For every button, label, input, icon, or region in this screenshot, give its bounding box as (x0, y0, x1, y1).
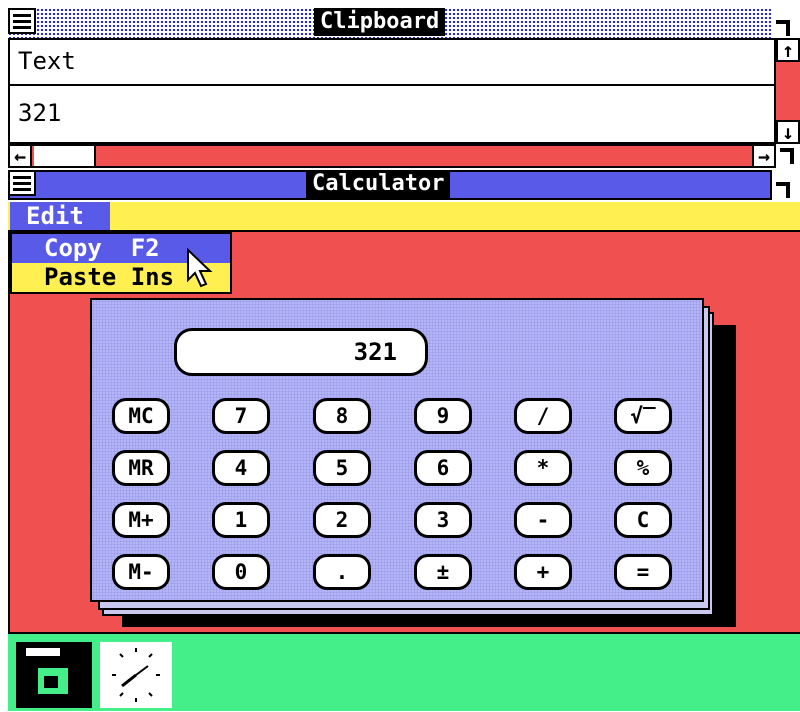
calc-button[interactable]: ± (414, 554, 472, 590)
calculator-window: Calculator Edit Copy F2 Paste Ins 321 MC… (8, 170, 800, 632)
calc-button[interactable]: 0 (212, 554, 270, 590)
calculator-title-bar[interactable]: Calculator (8, 170, 772, 200)
calc-button[interactable]: = (614, 554, 672, 590)
clipboard-corner-icon (778, 144, 798, 168)
calculator-menu-bar: Edit (8, 202, 800, 232)
menu-edit[interactable]: Edit (10, 202, 110, 230)
calc-button[interactable]: 6 (414, 450, 472, 486)
arrow-right-icon[interactable]: → (752, 144, 776, 168)
calc-button[interactable]: 9 (414, 398, 472, 434)
calc-button[interactable]: - (514, 502, 572, 538)
calculator-face: 321 MC 7 8 9 / √‾ MR 4 5 6 *% M+ 1 2 3 - C M- 0. ± + = (90, 298, 704, 602)
clipboard-size-box-icon[interactable] (774, 16, 794, 40)
calc-button[interactable]: 3 (414, 502, 472, 538)
calc-button[interactable]: . (313, 554, 371, 590)
calc-button[interactable]: MR (112, 450, 170, 486)
calc-button[interactable]: MC (112, 398, 170, 434)
calc-button[interactable]: 7 (212, 398, 270, 434)
horizontal-scroll-thumb[interactable] (34, 146, 96, 166)
clipboard-format-label: Text (10, 40, 774, 86)
arrow-left-icon[interactable]: ← (8, 144, 32, 168)
clipboard-content-text: 321 (10, 92, 774, 134)
calc-button[interactable]: 8 (313, 398, 371, 434)
clipboard-content-area: Text 321 (8, 38, 776, 144)
clipboard-horizontal-scrollbar[interactable]: ← → (8, 144, 776, 168)
calc-button[interactable]: * (514, 450, 572, 486)
calc-button[interactable]: / (514, 398, 572, 434)
arrow-down-icon[interactable]: ↓ (776, 120, 800, 144)
calc-button[interactable]: M+ (112, 502, 170, 538)
clipboard-title: Clipboard (314, 8, 446, 36)
calc-button[interactable]: M- (112, 554, 170, 590)
clipboard-system-menu-button[interactable] (8, 8, 36, 34)
calculator-title: Calculator (306, 170, 451, 198)
clipboard-title-bar[interactable]: Clipboard (8, 8, 772, 38)
calc-button[interactable]: 2 (313, 502, 371, 538)
calc-button[interactable]: C (614, 502, 672, 538)
calculator-display: 321 (174, 328, 428, 376)
clock-icon[interactable] (100, 642, 172, 708)
calc-button[interactable]: 5 (313, 450, 371, 486)
calc-button[interactable]: + (514, 554, 572, 590)
icon-area (8, 632, 800, 711)
calc-button[interactable]: √‾ (614, 398, 672, 434)
calc-button[interactable]: 4 (212, 450, 270, 486)
floppy-disk-icon[interactable] (16, 642, 92, 708)
clipboard-vertical-scrollbar[interactable]: ↑ ↓ (776, 38, 800, 144)
calc-button[interactable]: 1 (212, 502, 270, 538)
calc-button[interactable]: % (614, 450, 672, 486)
calculator-size-box-icon[interactable] (774, 178, 794, 202)
calculator-system-menu-button[interactable] (8, 170, 36, 196)
clipboard-window: Clipboard Text 321 ↑ ↓ ← → (8, 8, 800, 174)
arrow-up-icon[interactable]: ↑ (776, 38, 800, 62)
mouse-pointer-icon (187, 248, 213, 288)
